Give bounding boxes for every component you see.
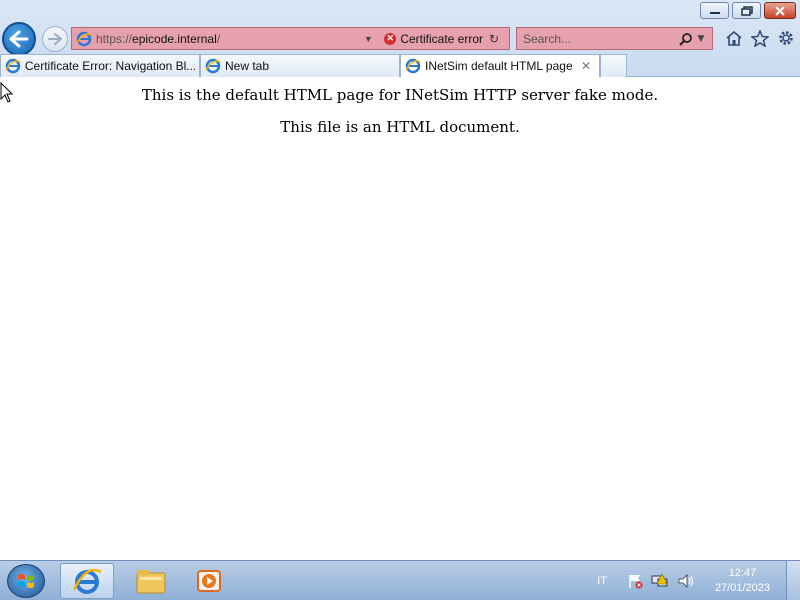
new-tab-button[interactable] xyxy=(600,54,627,77)
media-player-icon xyxy=(197,570,221,592)
url-suffix: / xyxy=(216,31,221,46)
certificate-error-button[interactable]: ✕ Certificate error xyxy=(384,32,483,46)
tab-strip: Certificate Error: Navigation Bl... New … xyxy=(0,54,627,77)
system-tray: IT 12:47 27/01/2023 xyxy=(597,561,770,600)
gear-icon[interactable] xyxy=(776,27,796,49)
search-icon[interactable] xyxy=(678,32,694,46)
minimize-button[interactable] xyxy=(700,2,729,19)
page-content: This is the default HTML page for INetSi… xyxy=(0,78,800,560)
action-center-flag-icon[interactable] xyxy=(627,573,643,589)
tab-title: New tab xyxy=(225,59,270,73)
taskbar-file-explorer[interactable] xyxy=(124,563,178,599)
url-host: epicode.internal xyxy=(132,31,217,46)
forward-button[interactable] xyxy=(42,26,68,52)
address-bar[interactable]: https://epicode.internal/ ▼ ✕ Certificat… xyxy=(71,27,510,50)
close-window-button[interactable] xyxy=(764,2,796,19)
address-dropdown-icon[interactable]: ▼ xyxy=(360,34,376,44)
restore-button[interactable] xyxy=(732,2,761,19)
browser-chrome: https://epicode.internal/ ▼ ✕ Certificat… xyxy=(0,0,800,77)
ie-page-icon xyxy=(205,58,221,74)
tab-new-tab[interactable]: New tab xyxy=(200,54,400,77)
clock[interactable]: 12:47 27/01/2023 xyxy=(715,566,770,596)
start-button[interactable] xyxy=(7,564,45,598)
url-prefix: https:// xyxy=(96,31,133,46)
internet-explorer-icon xyxy=(72,568,102,594)
certificate-error-icon: ✕ xyxy=(384,32,397,45)
taskbar-media-player[interactable] xyxy=(182,563,236,599)
restore-icon xyxy=(740,5,753,16)
search-input[interactable] xyxy=(517,28,678,49)
ie-page-icon xyxy=(5,58,21,74)
close-tab-icon[interactable]: ✕ xyxy=(577,59,595,73)
content-line-1: This is the default HTML page for INetSi… xyxy=(141,86,659,104)
taskbar: IT 12:47 27/01/2023 xyxy=(0,560,800,600)
mouse-cursor-icon xyxy=(0,82,14,103)
folder-icon xyxy=(136,570,166,594)
close-icon xyxy=(775,5,785,16)
forward-arrow-icon xyxy=(48,33,62,45)
language-indicator[interactable]: IT xyxy=(597,575,607,587)
show-desktop-button[interactable] xyxy=(786,561,800,600)
minimize-icon xyxy=(709,11,720,14)
toolbar-icons xyxy=(724,27,796,49)
tab-certificate-error[interactable]: Certificate Error: Navigation Bl... xyxy=(0,54,200,77)
clock-date: 27/01/2023 xyxy=(714,582,770,594)
back-button[interactable] xyxy=(2,22,36,56)
window-controls xyxy=(700,2,796,19)
back-arrow-icon xyxy=(9,30,29,48)
search-box: ▼ xyxy=(516,27,713,50)
star-icon[interactable] xyxy=(750,27,770,49)
ie-page-icon xyxy=(405,58,421,74)
windows-logo-icon xyxy=(18,574,34,588)
search-dropdown-icon[interactable]: ▼ xyxy=(694,34,708,44)
certificate-error-label: Certificate error xyxy=(400,31,483,46)
network-icon[interactable] xyxy=(651,573,669,589)
tab-title: Certificate Error: Navigation Bl... xyxy=(24,59,195,73)
volume-icon[interactable] xyxy=(677,573,695,589)
address-url[interactable]: https://epicode.internal/ xyxy=(96,32,360,46)
tab-inetsim[interactable]: INetSim default HTML page ✕ xyxy=(400,54,600,77)
content-line-2: This file is an HTML document. xyxy=(280,118,520,136)
clock-time: 12:47 xyxy=(728,567,757,579)
ie-page-icon xyxy=(76,31,92,46)
tab-title: INetSim default HTML page xyxy=(425,59,573,73)
home-icon[interactable] xyxy=(724,27,744,49)
refresh-icon[interactable]: ↻ xyxy=(489,32,503,46)
taskbar-internet-explorer[interactable] xyxy=(60,563,114,599)
